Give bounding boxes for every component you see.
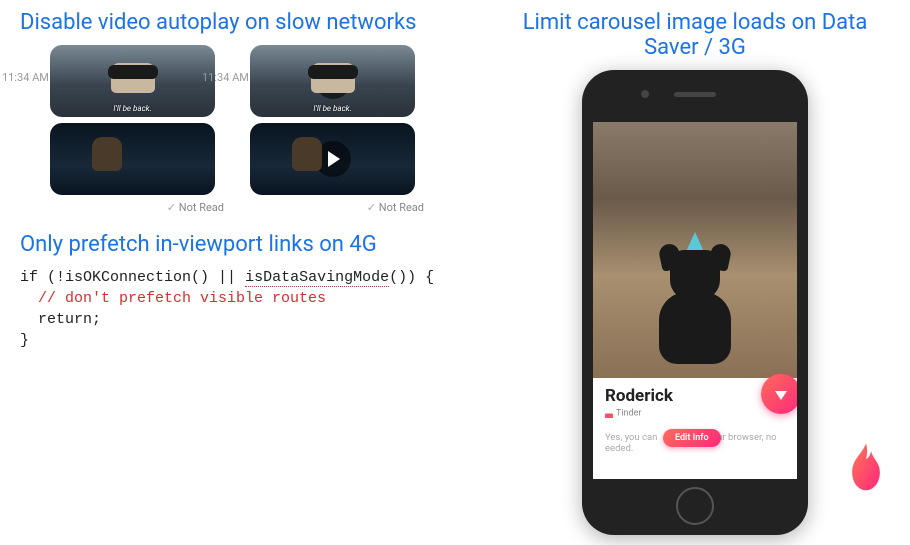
read-status: Not Read: [50, 201, 230, 214]
code-line-4: }: [20, 330, 500, 351]
play-icon[interactable]: [315, 63, 351, 99]
heading-prefetch: Only prefetch in-viewport links on 4G: [20, 232, 500, 257]
heading-carousel: Limit carousel image loads on Data Saver…: [500, 10, 890, 60]
phone-camera: [641, 90, 649, 98]
video-frame-2: [50, 123, 215, 195]
brand-label: Tinder: [605, 408, 785, 418]
code-snippet: if (!isOKConnection() || isDataSavingMod…: [20, 267, 500, 351]
video-frame-2-paused: [250, 123, 415, 195]
profile-card: Roderick Tinder Yes, you can in your bro…: [593, 378, 797, 462]
party-hat-icon: [685, 232, 705, 254]
info-message: Yes, you can in your browser, noeeded. E…: [605, 432, 785, 454]
edit-info-button[interactable]: Edit Info: [663, 429, 721, 447]
phone-mockup: Roderick Tinder Yes, you can in your bro…: [582, 70, 808, 535]
profile-photo[interactable]: [593, 122, 797, 378]
read-status: Not Read: [250, 201, 430, 214]
profile-name: Roderick: [605, 386, 785, 406]
code-line-3: return;: [20, 309, 500, 330]
chat-col-paused: 11:34 AM I'll be back. Not Read: [250, 45, 430, 214]
phone-screen: Roderick Tinder Yes, you can in your bro…: [593, 122, 797, 479]
code-line-1: if (!isOKConnection() || isDataSavingMod…: [20, 267, 500, 288]
home-button[interactable]: [676, 487, 714, 525]
video-frame-1: I'll be back.: [50, 45, 215, 117]
video-frame-1-paused: I'll be back.: [250, 45, 415, 117]
play-icon[interactable]: [315, 141, 351, 177]
timestamp: 11:34 AM: [2, 71, 49, 84]
heading-autoplay: Disable video autoplay on slow networks: [20, 10, 500, 35]
phone-speaker: [674, 92, 716, 97]
timestamp: 11:34 AM: [202, 71, 249, 84]
chat-comparison: 11:34 AM I'll be back. Not Read 11:34 AM…: [50, 45, 500, 214]
download-fab[interactable]: [761, 374, 797, 414]
dog-graphic: [648, 244, 742, 364]
code-line-2: // don't prefetch visible routes: [20, 288, 500, 309]
tinder-flame-icon: [844, 440, 888, 492]
video-subtitle: I'll be back.: [250, 104, 415, 113]
video-subtitle: I'll be back.: [50, 104, 215, 113]
